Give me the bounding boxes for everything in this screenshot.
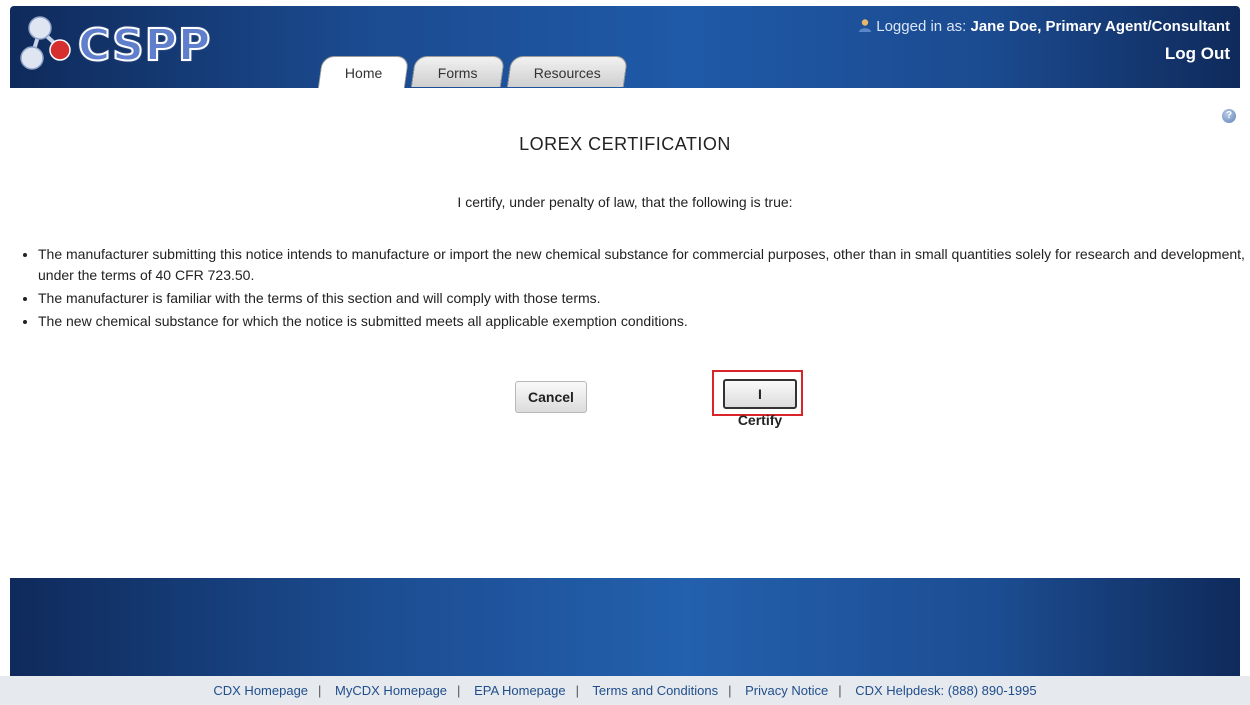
tab-home[interactable]: Home bbox=[317, 56, 410, 88]
footer-link-cdx-homepage[interactable]: CDX Homepage bbox=[213, 683, 308, 698]
certify-highlight: I Certify bbox=[712, 370, 803, 428]
user-name: Jane Doe, Primary Agent/Consultant bbox=[970, 18, 1231, 35]
footer-link-mycdx-homepage[interactable]: MyCDX Homepage bbox=[335, 683, 447, 698]
cspp-logo[interactable]: CSPP bbox=[18, 12, 218, 76]
certification-statements: The manufacturer submitting this notice … bbox=[18, 244, 1250, 334]
logout-link[interactable]: Log Out bbox=[1165, 44, 1230, 64]
footer-separator: | bbox=[728, 683, 732, 698]
main-tabs: Home Forms Resources bbox=[317, 56, 632, 88]
footer-link-helpdesk[interactable]: CDX Helpdesk: (888) 890-1995 bbox=[855, 683, 1036, 698]
footer-separator: | bbox=[318, 683, 322, 698]
user-icon bbox=[859, 19, 872, 32]
logo-text: CSPP bbox=[77, 19, 212, 72]
footer-separator: | bbox=[838, 683, 842, 698]
footer-separator: | bbox=[457, 683, 461, 698]
certify-button[interactable]: I Certify bbox=[723, 379, 797, 428]
footer-separator: | bbox=[575, 683, 579, 698]
tab-forms[interactable]: Forms bbox=[411, 56, 506, 87]
tab-forms-label: Forms bbox=[438, 65, 478, 81]
certification-intro: I certify, under penalty of law, that th… bbox=[457, 194, 793, 210]
footer-band bbox=[10, 578, 1240, 676]
statement-item: The manufacturer submitting this notice … bbox=[38, 244, 1250, 286]
tab-home-label: Home bbox=[344, 65, 383, 81]
header-bar: CSPP Home Forms Resources Logged in as: … bbox=[10, 6, 1240, 88]
footer-link-epa-homepage[interactable]: EPA Homepage bbox=[474, 683, 566, 698]
cancel-button[interactable]: Cancel bbox=[515, 381, 587, 413]
molecule-logo-icon bbox=[20, 16, 71, 70]
footer-link-privacy[interactable]: Privacy Notice bbox=[745, 683, 828, 698]
statement-item: The manufacturer is familiar with the te… bbox=[38, 288, 1250, 309]
footer-link-terms[interactable]: Terms and Conditions bbox=[592, 683, 718, 698]
login-status: Logged in as: Jane Doe, Primary Agent/Co… bbox=[858, 18, 1230, 35]
footer-links: CDX Homepage | MyCDX Homepage | EPA Homepa… bbox=[0, 676, 1250, 705]
statement-item: The new chemical substance for which the… bbox=[38, 311, 1250, 332]
tab-resources[interactable]: Resources bbox=[506, 56, 629, 87]
help-icon[interactable]: ? bbox=[1222, 109, 1236, 123]
login-prefix: Logged in as: bbox=[876, 18, 967, 35]
tab-resources-label: Resources bbox=[533, 65, 601, 81]
page-title: LOREX CERTIFICATION bbox=[519, 134, 731, 154]
